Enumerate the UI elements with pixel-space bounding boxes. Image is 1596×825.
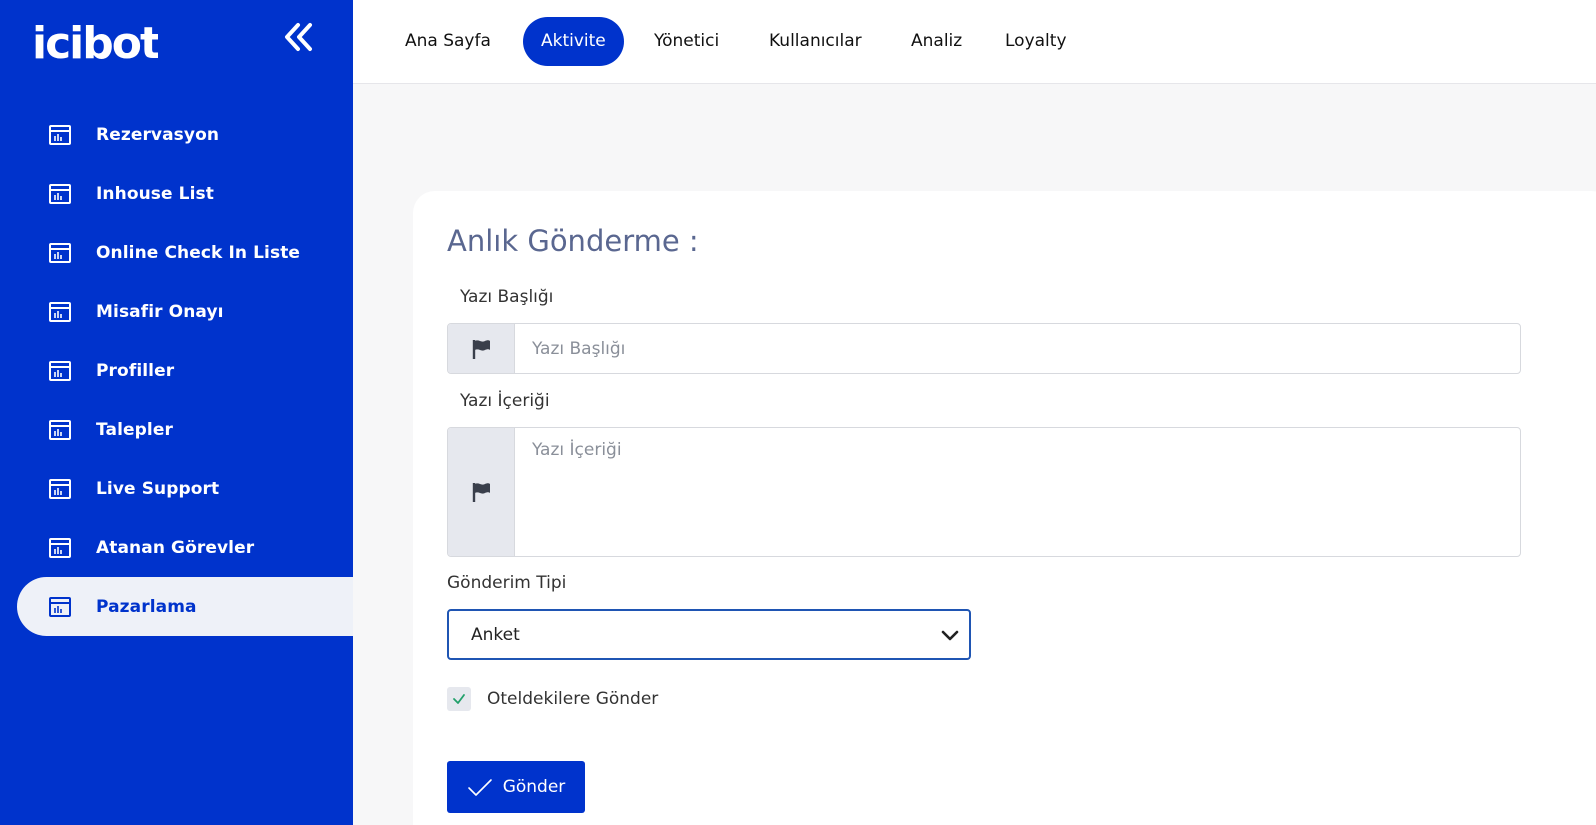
flag-icon [448,324,515,373]
sidebar-item-label: Online Check In Liste [96,242,301,263]
flag-icon [448,428,515,556]
sidebar-item-label: Talepler [96,419,173,440]
calendar-chart-icon [48,359,74,383]
sidebar-item-label: Misafir Onayı [96,301,224,322]
page-title: Anlık Gönderme : [447,224,699,258]
calendar-chart-icon [48,477,74,501]
send-type-label: Gönderim Tipi [447,573,567,593]
sidebar-item-label: Pazarlama [96,596,197,617]
instant-send-card: Anlık Gönderme : Yazı Başlığı Yazı Başlı… [413,191,1596,825]
content-input-group: Yazı İçeriği [447,427,1521,557]
title-input[interactable]: Yazı Başlığı [515,324,1520,373]
tab-yonetici[interactable]: Yönetici [636,17,737,66]
chevron-down-icon [939,624,961,646]
tab-aktivite[interactable]: Aktivite [523,17,624,66]
check-icon [467,779,492,796]
sidebar-item-label: Inhouse List [96,183,214,204]
tab-ana-sayfa[interactable]: Ana Sayfa [387,17,509,66]
sidebar-item-rezervasyon[interactable]: Rezervasyon [0,105,353,164]
hotel-guests-checkbox-label: Oteldekilere Gönder [487,689,659,709]
calendar-chart-icon [48,182,74,206]
title-field-label: Yazı Başlığı [460,287,554,307]
sidebar-item-label: Profiller [96,360,175,381]
hotel-guests-checkbox-row[interactable]: Oteldekilere Gönder [447,687,658,711]
sidebar: icibot Rezervasyon Inhouse List Online C… [0,0,353,825]
calendar-chart-icon [48,536,74,560]
sidebar-item-inhouse-list[interactable]: Inhouse List [0,164,353,223]
sidebar-item-label: Atanan Görevler [96,537,255,558]
tab-loyalty[interactable]: Loyalty [987,17,1085,66]
content-textarea[interactable]: Yazı İçeriği [515,428,1520,556]
sidebar-item-atanan-gorevler[interactable]: Atanan Görevler [0,518,353,577]
collapse-sidebar-icon[interactable] [282,20,316,54]
send-type-select[interactable]: Anket [447,609,971,660]
icibot-logo[interactable]: icibot [32,14,163,70]
sidebar-item-talepler[interactable]: Talepler [0,400,353,459]
check-icon [453,694,465,704]
calendar-chart-icon [48,123,74,147]
sidebar-item-live-support[interactable]: Live Support [0,459,353,518]
top-navigation: Ana Sayfa Aktivite Yönetici Kullanıcılar… [353,0,1596,84]
tab-analiz[interactable]: Analiz [893,17,980,66]
calendar-chart-icon [48,418,74,442]
sidebar-nav: Rezervasyon Inhouse List Online Check In… [0,105,353,636]
send-type-selected: Anket [471,624,520,645]
title-input-group: Yazı Başlığı [447,323,1521,374]
tab-kullanicilar[interactable]: Kullanıcılar [751,17,880,66]
sidebar-item-online-check-in[interactable]: Online Check In Liste [0,223,353,282]
content-field-label: Yazı İçeriği [460,391,550,411]
sidebar-item-profiller[interactable]: Profiller [0,341,353,400]
svg-text:icibot: icibot [32,18,158,69]
sidebar-item-label: Rezervasyon [96,124,220,145]
calendar-chart-icon [48,300,74,324]
hotel-guests-checkbox[interactable] [447,687,471,711]
sidebar-item-misafir-onayi[interactable]: Misafir Onayı [0,282,353,341]
calendar-chart-icon [48,241,74,265]
send-button[interactable]: Gönder [447,761,585,813]
send-button-label: Gönder [502,777,566,797]
calendar-chart-icon [48,595,74,619]
sidebar-item-label: Live Support [96,478,220,499]
sidebar-item-pazarlama[interactable]: Pazarlama [17,577,353,636]
